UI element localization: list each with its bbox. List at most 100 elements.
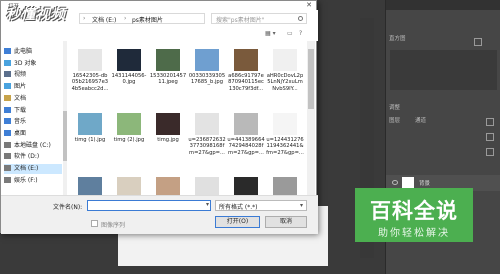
- file-scrollbar-thumb[interactable]: [308, 49, 314, 109]
- file-thumbnail: [117, 113, 141, 135]
- nav-item-label: 文档: [14, 94, 27, 102]
- layers-tab[interactable]: 图层: [386, 116, 404, 126]
- file-item[interactable]: [188, 175, 226, 195]
- layer-filter-icon[interactable]: [486, 118, 494, 126]
- nav-item-label: 本地磁盘 (C:): [14, 141, 51, 149]
- nav-item[interactable]: 文档: [4, 94, 62, 104]
- nav-item[interactable]: 本地磁盘 (C:): [4, 141, 62, 151]
- nav-item[interactable]: 文档 (E:): [4, 164, 62, 174]
- file-thumbnail: [195, 177, 219, 195]
- folder-icon: [4, 118, 11, 125]
- file-name: timg (2).jpg: [113, 137, 145, 143]
- filename-label: 文件名(N):: [53, 204, 83, 211]
- file-item[interactable]: 16542305-db05b216957e34b5eabcc2d...: [71, 47, 109, 99]
- file-scrollbar[interactable]: [307, 41, 315, 195]
- file-item[interactable]: 1431144056-0.jpg: [110, 47, 148, 99]
- file-thumbnail: [78, 49, 102, 71]
- file-item[interactable]: a686c91797e870940115ec130c79f3df...: [227, 47, 265, 99]
- file-thumbnail: [273, 177, 297, 195]
- folder-icon: [4, 129, 11, 136]
- breadcrumb-separator: ›: [83, 15, 86, 22]
- file-item[interactable]: [266, 175, 304, 195]
- file-thumbnail: [156, 49, 180, 71]
- panel-menu-icon[interactable]: [474, 38, 482, 46]
- file-item[interactable]: timg.jpg: [149, 111, 187, 163]
- nav-item[interactable]: 软件 (D:): [4, 152, 62, 162]
- view-toolbar: ▦ ▾ ▭ ?: [1, 27, 318, 41]
- file-name: timg (1).jpg: [74, 137, 106, 143]
- chevron-down-icon[interactable]: ▾: [206, 201, 209, 208]
- folder-icon: [4, 176, 11, 183]
- file-thumbnail: [78, 113, 102, 135]
- file-grid: 16542305-db05b216957e34b5eabcc2d... 14311…: [67, 41, 315, 195]
- file-item[interactable]: [227, 175, 265, 195]
- file-thumbnail: [195, 113, 219, 135]
- search-icon[interactable]: [298, 16, 303, 21]
- nav-item[interactable]: 音乐: [4, 117, 62, 127]
- image-sequence-checkbox[interactable]: [91, 220, 98, 227]
- lock-icon[interactable]: [486, 133, 494, 141]
- nav-item-label: 3D 对象: [14, 59, 37, 67]
- breadcrumb-drive[interactable]: 文档 (E:): [92, 15, 116, 24]
- eye-icon[interactable]: [392, 180, 398, 185]
- baike-watermark: 百科全说 助你轻松解决: [355, 188, 473, 242]
- open-button[interactable]: 打开(O): [215, 216, 260, 228]
- file-thumbnail: [273, 113, 297, 135]
- filename-input[interactable]: [87, 200, 211, 211]
- file-item[interactable]: timg (2).jpg: [110, 111, 148, 163]
- nav-item-label: 文档 (E:): [14, 165, 39, 172]
- baike-subtitle: 助你轻松解决: [378, 228, 450, 239]
- adjust-tab[interactable]: 调整: [386, 103, 404, 113]
- file-name: 1431144056-0.jpg: [111, 73, 147, 86]
- folder-icon: [4, 141, 11, 148]
- file-name: timg.jpg: [157, 137, 179, 143]
- cancel-button[interactable]: 取消: [265, 216, 307, 228]
- close-icon[interactable]: ✕: [306, 1, 312, 9]
- file-name: 0033033930517685_b.jpg: [188, 73, 226, 86]
- panel-header: [386, 0, 500, 10]
- file-name: u=4413896647429484028fm=27&gp=...: [227, 137, 265, 156]
- file-item[interactable]: timg (1).jpg: [71, 111, 109, 163]
- breadcrumb-folder[interactable]: ps素材图片: [132, 15, 163, 24]
- nav-item[interactable]: 娱乐 (F:): [4, 176, 62, 186]
- nav-item-label: 软件 (D:): [14, 153, 40, 161]
- filetype-select[interactable]: 所有格式 (*.*) ▾: [215, 200, 307, 211]
- search-input[interactable]: 搜索"ps素材图片": [211, 13, 307, 24]
- file-thumbnail: [117, 49, 141, 71]
- file-thumbnail: [195, 49, 219, 71]
- open-file-dialog: 打开 ✕ ← → ↑ › 文档 (E:) › ps素材图片 ⟳ 搜索"ps素材图…: [0, 0, 318, 234]
- file-thumbnail: [234, 177, 258, 195]
- nav-item[interactable]: 3D 对象: [4, 59, 62, 69]
- folder-icon: [4, 83, 11, 90]
- view-options-icon[interactable]: ▦ ▾: [265, 30, 276, 37]
- nav-item-label: 图片: [14, 83, 27, 91]
- navigation-pane: 此电脑 3D 对象视频图片文档下载音乐桌面本地磁盘 (C:) 软件 (D:) 文档 (…: [1, 41, 63, 195]
- help-icon[interactable]: ?: [299, 30, 302, 37]
- file-item[interactable]: u=2368726323773098168fm=27&gp=...: [188, 111, 226, 163]
- nav-item[interactable]: 下载: [4, 106, 62, 116]
- folder-icon: [4, 48, 11, 54]
- filetype-value: 所有格式 (*.*): [219, 204, 258, 211]
- channels-tab[interactable]: 通道: [412, 116, 430, 126]
- file-item[interactable]: [110, 175, 148, 195]
- file-thumbnail: [234, 113, 258, 135]
- file-item[interactable]: aHR0cDovL2p5LnNjY2xuLmNvbS9IY...: [266, 47, 304, 99]
- nav-item[interactable]: 图片: [4, 82, 62, 92]
- breadcrumb[interactable]: › 文档 (E:) › ps素材图片 ⟳: [79, 13, 281, 24]
- fill-icon[interactable]: [486, 148, 494, 156]
- nav-item-label: 音乐: [14, 118, 27, 126]
- nav-item-label: 下载: [14, 106, 27, 114]
- watermark-logo: 秒懂视频: [6, 7, 66, 23]
- file-item[interactable]: 1533020145711.jpeg: [149, 47, 187, 99]
- folder-icon: [4, 71, 11, 78]
- file-item[interactable]: [149, 175, 187, 195]
- preview-pane-icon[interactable]: ▭: [287, 30, 293, 37]
- histogram-tab[interactable]: 直方图: [386, 34, 409, 44]
- nav-item[interactable]: 此电脑: [4, 47, 62, 57]
- file-item[interactable]: 0033033930517685_b.jpg: [188, 47, 226, 99]
- nav-item[interactable]: 视频: [4, 70, 62, 80]
- file-item[interactable]: u=4413896647429484028fm=27&gp=...: [227, 111, 265, 163]
- file-item[interactable]: u=1244312761194362441&fm=27&gp=...: [266, 111, 304, 163]
- file-item[interactable]: [71, 175, 109, 195]
- nav-item[interactable]: 桌面: [4, 129, 62, 139]
